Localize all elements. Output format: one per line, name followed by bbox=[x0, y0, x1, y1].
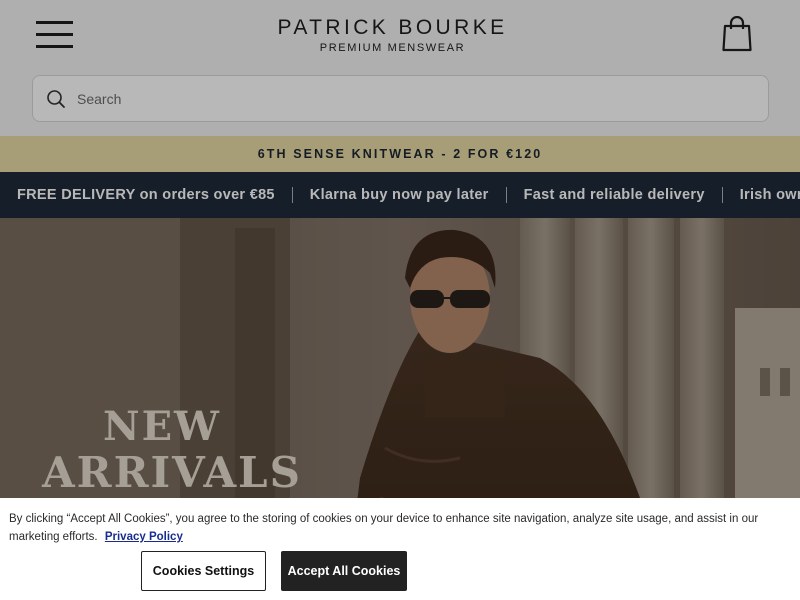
cookie-banner: By clicking “Accept All Cookies”, you ag… bbox=[0, 498, 800, 600]
cookies-settings-button[interactable]: Cookies Settings bbox=[141, 551, 266, 591]
modal-backdrop[interactable] bbox=[0, 0, 800, 498]
privacy-policy-link[interactable]: Privacy Policy bbox=[105, 531, 183, 543]
cookie-message: By clicking “Accept All Cookies”, you ag… bbox=[9, 510, 769, 546]
accept-all-cookies-button[interactable]: Accept All Cookies bbox=[281, 551, 407, 591]
